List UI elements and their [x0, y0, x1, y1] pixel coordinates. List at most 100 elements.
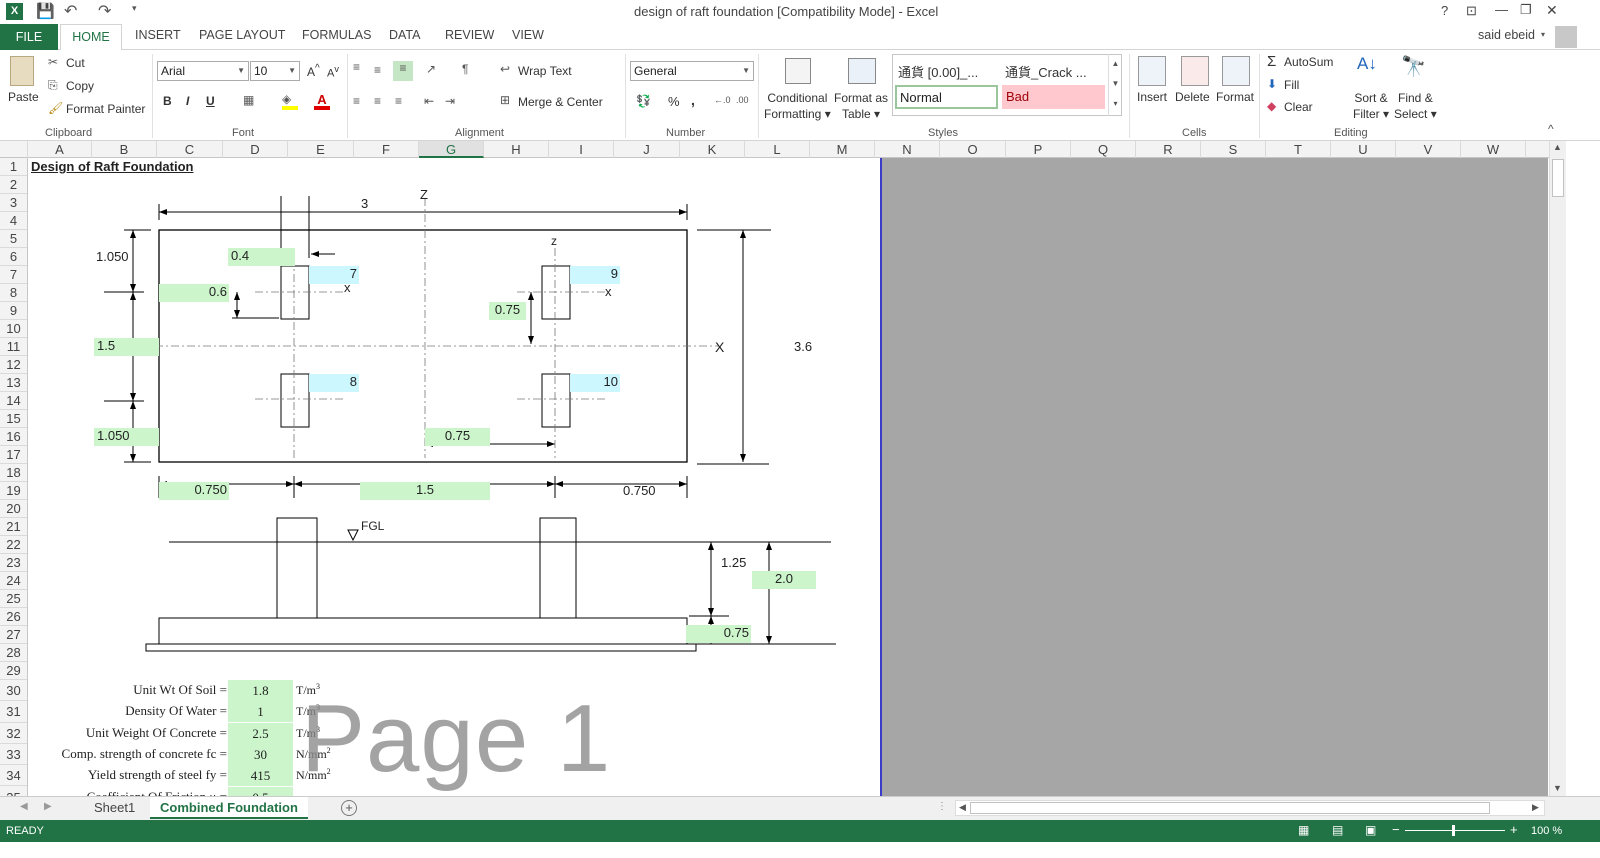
- column-header-a[interactable]: A: [28, 141, 92, 158]
- number-format-select[interactable]: General ▼: [630, 61, 754, 81]
- row-header-2[interactable]: 2: [0, 176, 27, 194]
- user-name[interactable]: said ebeid: [1478, 28, 1535, 42]
- scroll-up-icon[interactable]: ▲: [1553, 142, 1562, 152]
- column-header-s[interactable]: S: [1201, 141, 1266, 158]
- hscroll-right-icon[interactable]: ▶: [1532, 802, 1539, 813]
- tab-review[interactable]: REVIEW: [445, 28, 494, 42]
- scroll-thumb[interactable]: [1552, 159, 1564, 197]
- undo-icon[interactable]: ↶: [64, 1, 77, 21]
- user-dropdown-icon[interactable]: ▾: [1541, 30, 1545, 39]
- add-sheet-icon[interactable]: +: [341, 800, 357, 816]
- row-header-21[interactable]: 21: [0, 518, 27, 536]
- column-header-j[interactable]: J: [614, 141, 680, 158]
- worksheet-grid[interactable]: Design of Raft Foundation Z 3 z z 1.050 …: [29, 158, 881, 796]
- row-header-10[interactable]: 10: [0, 320, 27, 338]
- column-header-m[interactable]: M: [810, 141, 875, 158]
- row-header-25[interactable]: 25: [0, 590, 27, 608]
- row-header-9[interactable]: 9: [0, 302, 27, 320]
- font-size-select[interactable]: 10 ▼: [250, 61, 300, 81]
- row-header-31[interactable]: 31: [0, 701, 27, 723]
- align-top-icon[interactable]: ≡: [353, 60, 360, 74]
- row-header-33[interactable]: 33: [0, 744, 27, 766]
- row-header-11[interactable]: 11: [0, 338, 27, 356]
- increase-indent-icon[interactable]: ⇥: [445, 94, 455, 108]
- row-header-14[interactable]: 14: [0, 392, 27, 410]
- format-cells-button[interactable]: Format: [1216, 90, 1254, 104]
- align-left-icon[interactable]: ≡: [353, 94, 360, 108]
- column-header-i[interactable]: I: [549, 141, 614, 158]
- zoom-level[interactable]: 100 %: [1531, 825, 1562, 837]
- hscroll-left-icon[interactable]: ◀: [959, 802, 966, 813]
- align-bottom-icon[interactable]: ≡: [393, 61, 413, 81]
- column-header-b[interactable]: B: [92, 141, 157, 158]
- column-header-e[interactable]: E: [288, 141, 354, 158]
- sort-filter-button[interactable]: Sort & Filter ▾: [1353, 90, 1389, 122]
- horizontal-scrollbar[interactable]: ◀ ▶: [955, 800, 1545, 816]
- conditional-formatting-button[interactable]: Conditional Formatting ▾: [764, 90, 831, 122]
- tab-formulas[interactable]: FORMULAS: [302, 28, 371, 42]
- row-header-34[interactable]: 34: [0, 765, 27, 787]
- sheet-tab-combined-foundation[interactable]: Combined Foundation: [150, 797, 308, 819]
- column-header-q[interactable]: Q: [1071, 141, 1136, 158]
- row-header-27[interactable]: 27: [0, 626, 27, 644]
- select-all-corner[interactable]: [0, 141, 28, 158]
- row-header-17[interactable]: 17: [0, 446, 27, 464]
- style-currency-crack[interactable]: 通貨_Crack ...: [1005, 62, 1087, 81]
- row-header-15[interactable]: 15: [0, 410, 27, 428]
- column-header-d[interactable]: D: [223, 141, 288, 158]
- delete-cells-button[interactable]: Delete: [1175, 90, 1210, 104]
- column-header-c[interactable]: C: [157, 141, 223, 158]
- param-value[interactable]: 415: [228, 765, 293, 787]
- save-icon[interactable]: 💾: [36, 2, 55, 20]
- param-value[interactable]: 1.8: [228, 680, 293, 701]
- row-header-19[interactable]: 19: [0, 482, 27, 500]
- row-header-16[interactable]: 16: [0, 428, 27, 446]
- split-handle[interactable]: ⋮: [937, 801, 947, 812]
- column-header-o[interactable]: O: [940, 141, 1006, 158]
- column-header-k[interactable]: K: [680, 141, 745, 158]
- fill-button[interactable]: Fill: [1284, 78, 1299, 92]
- row-header-5[interactable]: 5: [0, 230, 27, 248]
- decrease-indent-icon[interactable]: ⇤: [424, 94, 434, 108]
- column-header-l[interactable]: L: [745, 141, 810, 158]
- zoom-slider[interactable]: [1405, 830, 1505, 831]
- row-header-30[interactable]: 30: [0, 680, 27, 702]
- zoom-out-icon[interactable]: −: [1392, 822, 1400, 837]
- redo-icon[interactable]: ↷: [98, 1, 111, 21]
- merge-center-button[interactable]: Merge & Center: [518, 95, 603, 109]
- column-header-n[interactable]: N: [875, 141, 940, 158]
- format-painter-button[interactable]: Format Painter: [66, 102, 145, 116]
- minimize-icon[interactable]: —: [1495, 2, 1508, 17]
- tab-data[interactable]: DATA: [389, 28, 420, 42]
- param-value[interactable]: 2.5: [228, 722, 293, 744]
- param-value[interactable]: 0.5: [228, 786, 293, 796]
- row-header-13[interactable]: 13: [0, 374, 27, 392]
- row-header-24[interactable]: 24: [0, 572, 27, 590]
- underline-button[interactable]: U: [206, 94, 215, 108]
- style-bad[interactable]: Bad: [1002, 85, 1105, 109]
- row-header-26[interactable]: 26: [0, 608, 27, 626]
- italic-button[interactable]: I: [186, 94, 189, 108]
- vertical-scrollbar[interactable]: ▲ ▼: [1549, 141, 1566, 796]
- style-normal[interactable]: Normal: [895, 85, 998, 109]
- column-header-g[interactable]: G: [419, 141, 484, 158]
- wrap-text-button[interactable]: Wrap Text: [518, 64, 572, 78]
- row-header-4[interactable]: 4: [0, 212, 27, 230]
- column-header-f[interactable]: F: [354, 141, 419, 158]
- normal-view-icon[interactable]: ▦: [1298, 823, 1309, 837]
- help-icon[interactable]: ?: [1441, 3, 1448, 18]
- column-header-p[interactable]: P: [1006, 141, 1071, 158]
- row-header-7[interactable]: 7: [0, 266, 27, 284]
- row-header-28[interactable]: 28: [0, 644, 27, 662]
- tab-scroll-right-icon[interactable]: ▶: [44, 801, 52, 812]
- row-header-35[interactable]: 35: [0, 787, 27, 797]
- param-value[interactable]: 1: [228, 701, 293, 723]
- orientation-icon[interactable]: ↗: [426, 62, 436, 76]
- row-header-6[interactable]: 6: [0, 248, 27, 266]
- grow-font-icon[interactable]: A^: [307, 63, 320, 79]
- restore-icon[interactable]: ❐: [1520, 2, 1532, 18]
- ribbon-display-icon[interactable]: ⊡: [1466, 3, 1477, 19]
- tab-view[interactable]: VIEW: [512, 28, 544, 42]
- fill-color-icon[interactable]: ◈: [282, 92, 298, 110]
- paste-button[interactable]: Paste: [8, 90, 39, 104]
